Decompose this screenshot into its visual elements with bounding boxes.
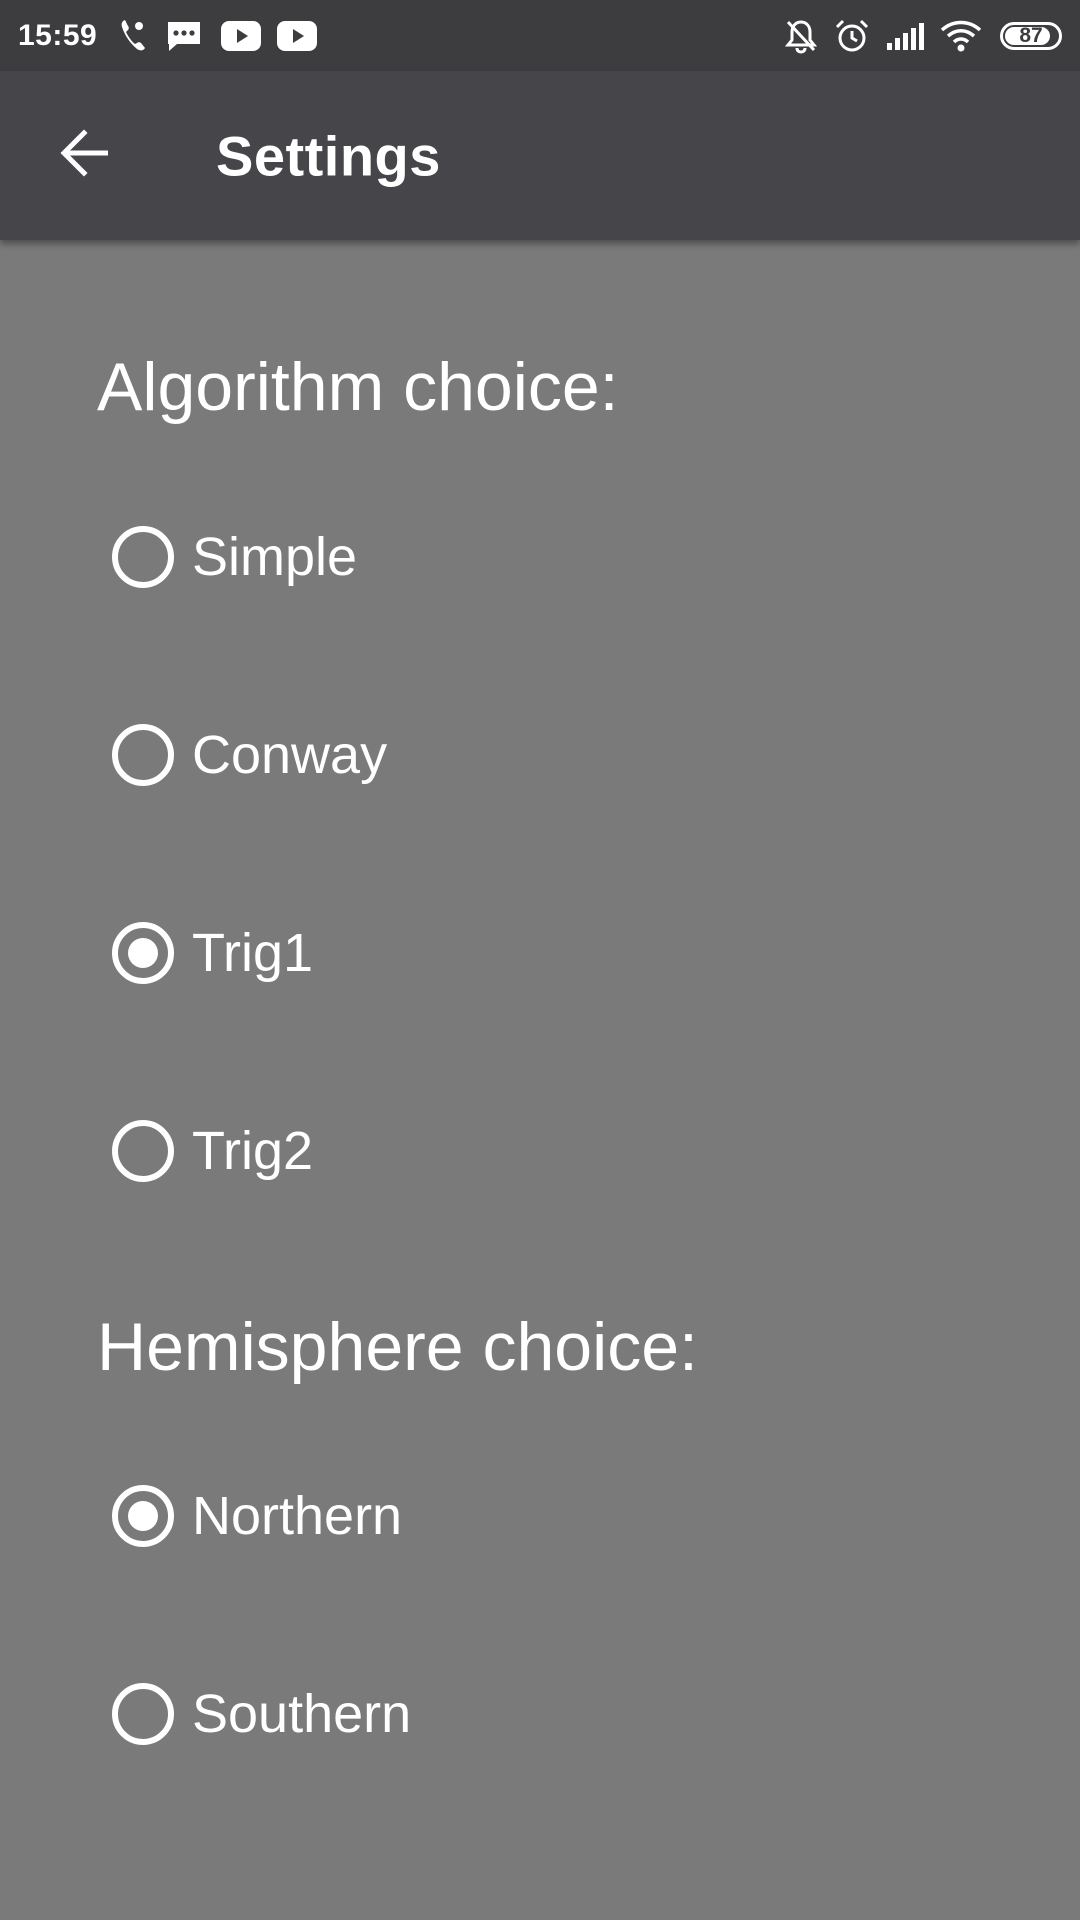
- missed-call-icon: [119, 18, 147, 54]
- algorithm-heading: Algorithm choice:: [97, 349, 619, 425]
- radio-option-trig2[interactable]: Trig2: [112, 1115, 313, 1187]
- radio-dot: [128, 1501, 158, 1531]
- radio-label: Simple: [192, 527, 358, 587]
- radio-dot: [128, 938, 158, 968]
- radio-option-simple[interactable]: Simple: [112, 521, 357, 593]
- radio-option-conway[interactable]: Conway: [112, 719, 387, 791]
- radio-unselected-icon[interactable]: [112, 1683, 174, 1745]
- battery-level-text: 87: [1019, 23, 1043, 47]
- radio-unselected-icon[interactable]: [112, 526, 174, 588]
- youtube-icon: [221, 20, 262, 51]
- youtube-icon: [277, 20, 318, 51]
- status-time: 15:59: [18, 18, 98, 52]
- status-bar: 15:59 87: [0, 0, 1080, 71]
- radio-unselected-icon[interactable]: [112, 1120, 174, 1182]
- radio-label: Trig1: [192, 923, 314, 983]
- radio-label: Conway: [192, 725, 388, 785]
- radio-unselected-icon[interactable]: [112, 724, 174, 786]
- radio-selected-icon[interactable]: [112, 1485, 174, 1547]
- radio-label: Southern: [192, 1684, 412, 1744]
- radio-option-trig1[interactable]: Trig1: [112, 917, 313, 989]
- wifi-icon: [940, 20, 982, 52]
- radio-option-northern[interactable]: Northern: [112, 1480, 402, 1552]
- notification-icons: [119, 18, 318, 54]
- page-title: Settings: [216, 124, 441, 187]
- back-button[interactable]: [44, 116, 124, 196]
- alarm-icon: [834, 18, 870, 54]
- message-icon: [165, 19, 203, 53]
- system-icons: 87: [784, 18, 1062, 54]
- bell-off-icon: [784, 18, 818, 54]
- app-bar: Settings: [0, 71, 1080, 240]
- signal-icon: [886, 21, 926, 51]
- radio-label: Trig2: [192, 1121, 314, 1181]
- hemisphere-heading: Hemisphere choice:: [97, 1309, 698, 1385]
- battery-icon: 87: [1000, 21, 1062, 50]
- radio-selected-icon[interactable]: [112, 922, 174, 984]
- arrow-left-icon: [58, 129, 110, 182]
- radio-option-southern[interactable]: Southern: [112, 1678, 411, 1750]
- radio-label: Northern: [192, 1486, 403, 1546]
